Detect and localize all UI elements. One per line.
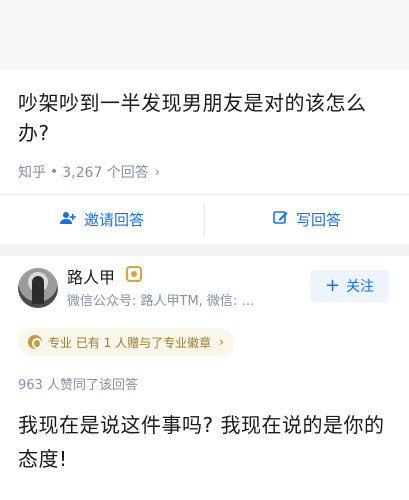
- action-bar: 邀请回答 写回答: [0, 194, 409, 244]
- chevron-right-icon: ›: [154, 164, 160, 180]
- invite-answer-button[interactable]: 邀请回答: [0, 195, 204, 244]
- meta-dot: •: [50, 164, 59, 180]
- add-user-icon: [59, 211, 76, 229]
- write-answer-label: 写回答: [295, 211, 341, 229]
- answer-content[interactable]: 我现在是说这件事吗? 我现在说的是你的态度!: [18, 408, 396, 476]
- question-title[interactable]: 吵架吵到一半发现男朋友是对的该怎么办?: [18, 88, 396, 148]
- question-meta[interactable]: 知乎 • 3,267 个回答 ›: [18, 162, 160, 182]
- avatar[interactable]: [18, 268, 58, 308]
- plus-icon: +: [324, 275, 341, 296]
- pro-badge-strip[interactable]: 专业 已有 1 人赠与了专业徽章 ›: [18, 328, 234, 356]
- author-badge-icon: [126, 266, 142, 282]
- author-bio: 微信公众号: 路人甲TM, 微信: …: [67, 294, 255, 309]
- follow-label: 关注: [346, 279, 375, 295]
- section-gap: [0, 244, 409, 256]
- chevron-right-icon: ›: [219, 335, 224, 349]
- vote-count: 963 人赞同了该回答: [18, 378, 138, 393]
- author-name[interactable]: 路人甲: [67, 264, 115, 288]
- answer-card: 路人甲 微信公众号: 路人甲TM, 微信: … + 关注 专业 已有 1 人赠与…: [0, 256, 409, 500]
- follow-button[interactable]: + 关注: [310, 270, 389, 302]
- source-label: 知乎: [18, 165, 46, 181]
- pro-badge-text: 专业 已有 1 人赠与了专业徽章: [48, 335, 212, 350]
- edit-icon: [273, 210, 288, 229]
- answer-count: 3,267 个回答: [62, 165, 149, 181]
- top-blank-area: [0, 0, 409, 70]
- question-card: 吵架吵到一半发现男朋友是对的该怎么办? 知乎 • 3,267 个回答 ›: [0, 70, 409, 194]
- write-answer-button[interactable]: 写回答: [205, 195, 409, 244]
- pro-badge-icon: [28, 335, 42, 349]
- invite-answer-label: 邀请回答: [83, 211, 144, 229]
